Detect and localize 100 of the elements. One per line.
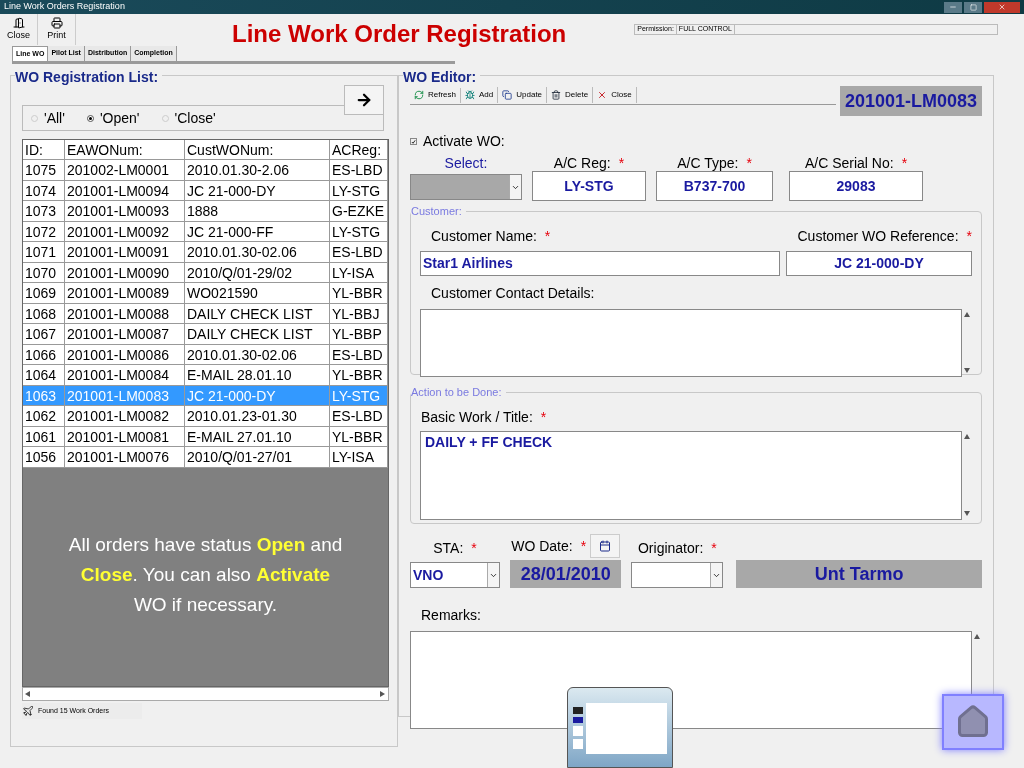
table-row[interactable]: 1073 201001-LM0093 1888 G-EZKE <box>23 201 388 222</box>
table-cell: 1075 <box>23 160 65 180</box>
radio-option[interactable]: 'Close' <box>161 107 216 129</box>
table-row[interactable]: 1056 201001-LM0076 2010/Q/01-27/01 LY-ISA <box>23 447 388 468</box>
text-area[interactable] <box>420 309 962 377</box>
table-cell: 201001-LM0082 <box>65 406 185 426</box>
table-cell: LY-STG <box>330 221 388 241</box>
table-cell: 201001-LM0093 <box>65 201 185 221</box>
field-label: A/C Serial No: <box>804 155 894 171</box>
column-header[interactable]: ID: <box>23 140 65 159</box>
text-field[interactable]: LY-STG <box>532 171 646 201</box>
minimize-button[interactable] <box>944 1 962 13</box>
date-field[interactable]: 28/01/2010 <box>510 560 622 588</box>
horizontal-scrollbar[interactable] <box>22 687 389 701</box>
toolbar-button[interactable]: Print <box>38 14 76 45</box>
scroll-up-arrow-icon <box>964 312 970 318</box>
dropdown[interactable]: VNO <box>410 562 500 588</box>
toolbar-button[interactable]: Update <box>498 86 548 103</box>
table-cell: 201002-LM0001 <box>65 160 185 180</box>
close-icon <box>998 3 1006 11</box>
dropdown[interactable] <box>410 174 522 200</box>
maximize-icon <box>969 3 977 11</box>
table-cell: 201001-LM0086 <box>65 344 185 364</box>
table-row[interactable]: 1067 201001-LM0087 DAILY CHECK LIST YL-BBP <box>23 324 388 345</box>
table-cell: 201001-LM0083 <box>65 385 185 405</box>
field-label: A/C Type: <box>677 155 739 171</box>
required-mark: * <box>901 155 908 171</box>
originator-name-display: Unt Tarmo <box>736 560 982 588</box>
table-row[interactable]: 1066 201001-LM0086 2010.01.30-02.06 ES-LBD <box>23 344 388 365</box>
scroll-right-arrow-icon <box>380 691 386 697</box>
column-header[interactable]: CustWONum: <box>185 140 330 159</box>
calendar-button[interactable] <box>590 534 621 558</box>
table-row[interactable]: 1072 201001-LM0092 JC 21-000-FF LY-STG <box>23 221 388 242</box>
field-label: Select: <box>444 155 488 171</box>
table-cell: YL-BBR <box>330 283 388 303</box>
table-cell: 1071 <box>23 242 65 262</box>
table-cell: 2010.01.23-01.30 <box>185 406 330 426</box>
table-row[interactable]: 1069 201001-LM0089 WO021590 YL-BBR <box>23 283 388 304</box>
radio-option[interactable]: 'Open' <box>86 107 140 129</box>
text-field[interactable]: 29083 <box>789 171 923 201</box>
home-icon <box>955 704 991 740</box>
required-mark: * <box>540 409 547 425</box>
dropdown[interactable] <box>631 562 724 588</box>
table-cell: ES-LBD <box>330 160 388 180</box>
arrow-button[interactable] <box>344 85 384 115</box>
printer-icon <box>50 16 63 29</box>
text-area[interactable]: DAILY + FF CHECK <box>420 431 962 520</box>
table-row[interactable]: 1070 201001-LM0090 2010/Q/01-29/02 LY-ISA <box>23 262 388 283</box>
toolbar-button[interactable]: Delete <box>547 86 594 103</box>
plane-icon <box>22 705 34 717</box>
table-cell: 201001-LM0090 <box>65 262 185 282</box>
toolbar-button[interactable]: Close <box>0 14 38 45</box>
column-header[interactable]: EAWONum: <box>65 140 185 159</box>
home-button[interactable] <box>942 694 1004 750</box>
bug-icon <box>465 89 475 100</box>
toolbar-button[interactable]: Close <box>593 86 637 103</box>
table-row[interactable]: 1075 201002-LM0001 2010.01.30-2.06 ES-LBD <box>23 160 388 181</box>
table-cell: JC 21-000-FF <box>185 221 330 241</box>
text-field[interactable]: B737-700 <box>656 171 773 201</box>
table-cell: E-MAIL 28.01.10 <box>185 365 330 385</box>
field-label: WO Date: <box>511 536 573 556</box>
table-cell: YL-BBJ <box>330 303 388 323</box>
close-button[interactable] <box>984 1 1020 13</box>
table-row[interactable]: 1061 201001-LM0081 E-MAIL 27.01.10 YL-BBR <box>23 426 388 447</box>
table-cell: E-MAIL 27.01.10 <box>185 426 330 446</box>
table-cell: YL-BBP <box>330 324 388 344</box>
table-cell: 201001-LM0092 <box>65 221 185 241</box>
field-label: STA: <box>433 538 464 558</box>
table-cell: G-EZKE <box>330 201 388 221</box>
activate-checkbox[interactable]: Activate WO: <box>410 131 982 152</box>
table-cell: 1061 <box>23 426 65 446</box>
table-cell: 1064 <box>23 365 65 385</box>
table-cell: ES-LBD <box>330 344 388 364</box>
table-cell: 1888 <box>185 201 330 221</box>
radio-option[interactable]: 'All' <box>31 107 65 129</box>
table-row[interactable]: 1074 201001-LM0094 JC 21-000-DY LY-STG <box>23 180 388 201</box>
toolbar-button[interactable]: Refresh <box>410 86 461 103</box>
toolbar-button[interactable]: Add <box>461 86 499 103</box>
wo-number-display: 201001-LM0083 <box>840 86 982 116</box>
maximize-button[interactable] <box>964 1 982 13</box>
table-cell: 1069 <box>23 283 65 303</box>
table-cell: 1056 <box>23 447 65 467</box>
table-row[interactable]: 1064 201001-LM0084 E-MAIL 28.01.10 YL-BBR <box>23 365 388 386</box>
text-field[interactable]: JC 21-000-DY <box>786 251 972 276</box>
table-cell: YL-BBR <box>330 365 388 385</box>
table-cell: ES-LBD <box>330 406 388 426</box>
table-cell: LY-STG <box>330 180 388 200</box>
scroll-left-arrow-icon <box>25 691 31 697</box>
field-label: Remarks: <box>420 606 482 625</box>
calendar-icon <box>599 540 612 552</box>
table-row[interactable]: 1071 201001-LM0091 2010.01.30-02.06 ES-LBD <box>23 242 388 263</box>
required-mark: * <box>746 155 752 171</box>
table-cell: 201001-LM0081 <box>65 426 185 446</box>
table-row[interactable]: 1062 201001-LM0082 2010.01.23-01.30 ES-LBD <box>23 406 388 427</box>
table-cell: YL-BBR <box>330 426 388 446</box>
column-header[interactable]: ACReg: <box>330 140 388 159</box>
text-area[interactable] <box>410 631 972 729</box>
table-row[interactable]: 1068 201001-LM0088 DAILY CHECK LIST YL-BBJ <box>23 303 388 324</box>
text-field[interactable]: Star1 Airlines <box>420 251 780 276</box>
table-cell: 1073 <box>23 201 65 221</box>
